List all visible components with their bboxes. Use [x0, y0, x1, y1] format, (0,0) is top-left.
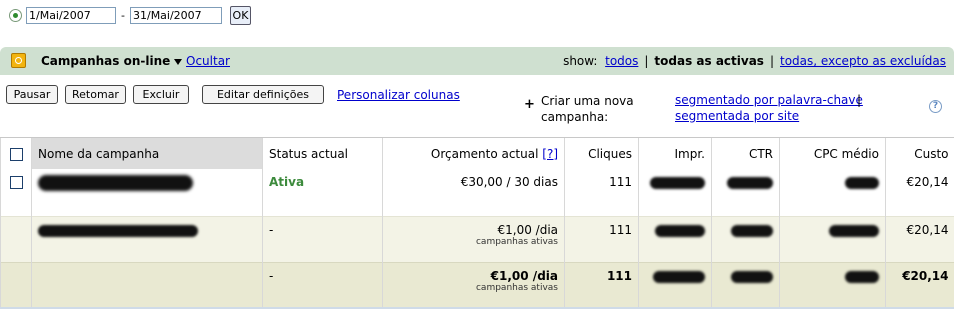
column-header-ctr[interactable]: CTR: [712, 138, 780, 170]
row-select-cell: [1, 169, 32, 217]
triangle-down-icon: [174, 59, 182, 65]
plus-icon: +: [524, 97, 535, 112]
cost-cell: €20,14: [886, 217, 954, 263]
table-row: Ativa €30,00 / 30 dias 111 €20,14: [1, 169, 954, 217]
clicks-cell: 111: [565, 263, 639, 309]
ctr-cell: [712, 263, 780, 309]
impr-cell: [639, 169, 712, 217]
impr-cell: [639, 263, 712, 309]
column-header-budget[interactable]: Orçamento actual [?]: [383, 138, 565, 170]
budget-cell[interactable]: €30,00 / 30 dias: [383, 169, 565, 217]
impr-cell: [639, 217, 712, 263]
column-header-clicks[interactable]: Cliques: [565, 138, 639, 170]
resume-button[interactable]: Retomar: [65, 85, 126, 104]
show-except-deleted-link[interactable]: todas, excepto as excluídas: [780, 54, 946, 68]
pause-button[interactable]: Pausar: [6, 85, 58, 104]
cpc-cell: [780, 169, 886, 217]
link-separator: |: [857, 93, 861, 107]
budget-cell: €1,00 /dia campanhas ativas: [383, 263, 565, 309]
date-separator: -: [121, 9, 125, 22]
redacted-ctr: [727, 177, 773, 189]
budget-header-label: Orçamento actual: [431, 147, 539, 161]
select-all-checkbox[interactable]: [10, 148, 23, 161]
budget-subtext: campanhas ativas: [389, 237, 558, 247]
delete-button[interactable]: Excluir: [133, 85, 189, 104]
cost-cell: €20,14: [886, 169, 954, 217]
cpc-cell: [780, 217, 886, 263]
show-label: show:: [563, 54, 597, 68]
budget-value: €1,00 /dia: [389, 223, 558, 237]
row-checkbox[interactable]: [10, 176, 23, 189]
budget-value: €1,00 /dia: [389, 269, 558, 283]
budget-help-link[interactable]: [?]: [542, 147, 558, 161]
create-campaign-label: Criar uma nova campanha:: [541, 93, 661, 125]
column-header-cost[interactable]: Custo: [886, 138, 954, 170]
table-row: - €1,00 /dia campanhas ativas 111 €20,14: [1, 217, 954, 263]
campaign-toolbar: Pausar Retomar Excluir Editar definições…: [0, 75, 954, 137]
budget-value: €30,00 / 30 dias: [461, 175, 558, 189]
create-site-campaign-link[interactable]: segmentada por site: [675, 109, 799, 123]
redacted-impr: [650, 177, 705, 189]
hide-toggle[interactable]: Ocultar: [174, 54, 230, 68]
status-cell: Ativa: [263, 169, 383, 217]
end-date-input[interactable]: [130, 7, 222, 24]
campaign-icon: [11, 53, 26, 68]
date-range-radio[interactable]: [9, 9, 22, 22]
table-header-row: Nome da campanha Status actual Orçamento…: [1, 138, 954, 170]
hide-link[interactable]: Ocultar: [186, 54, 230, 68]
show-filter: show: todos|todas as activas|todas, exce…: [563, 54, 946, 68]
budget-cell: €1,00 /dia campanhas ativas: [383, 217, 565, 263]
date-range-row: - OK: [9, 5, 251, 25]
redacted-campaign-name: [38, 175, 193, 191]
column-header-status[interactable]: Status actual: [263, 138, 383, 170]
clicks-cell: 111: [565, 217, 639, 263]
redacted-cpc: [829, 225, 879, 237]
column-header-name[interactable]: Nome da campanha: [32, 138, 263, 170]
campaigns-header: Campanhas on-line Ocultar show: todos|to…: [0, 47, 954, 75]
total-label-cell: [32, 217, 263, 263]
budget-subtext: campanhas ativas: [389, 283, 558, 293]
campaigns-title: Campanhas on-line: [41, 54, 170, 68]
redacted-impr: [653, 271, 705, 283]
redacted-impr: [655, 225, 705, 237]
status-cell: -: [263, 263, 383, 309]
redacted-cpc: [845, 177, 879, 189]
redacted-total-label: [38, 225, 198, 237]
start-date-input[interactable]: [26, 7, 116, 24]
campaign-name-cell[interactable]: [32, 169, 263, 217]
ctr-cell: [712, 217, 780, 263]
campaigns-table: Nome da campanha Status actual Orçamento…: [0, 137, 954, 309]
cost-cell: €20,14: [886, 263, 954, 309]
column-header-cpc[interactable]: CPC médio: [780, 138, 886, 170]
table-row: - €1,00 /dia campanhas ativas 111 €20,14: [1, 263, 954, 309]
redacted-ctr: [731, 225, 773, 237]
customize-columns-link[interactable]: Personalizar colunas: [337, 88, 460, 102]
column-header-impr[interactable]: Impr.: [639, 138, 712, 170]
redacted-ctr: [731, 271, 773, 283]
show-all-link[interactable]: todos: [605, 54, 638, 68]
ok-button[interactable]: OK: [230, 6, 251, 25]
status-active-text: Ativa: [269, 175, 304, 189]
select-all-cell: [1, 138, 32, 170]
row-empty-cell: [1, 263, 32, 309]
row-empty-cell: [32, 263, 263, 309]
create-keyword-campaign-link[interactable]: segmentado por palavra-chave: [675, 93, 863, 107]
status-cell: -: [263, 217, 383, 263]
edit-settings-button[interactable]: Editar definições: [202, 85, 324, 104]
help-icon[interactable]: ?: [929, 100, 942, 113]
row-empty-cell: [1, 217, 32, 263]
redacted-cpc: [845, 271, 879, 283]
clicks-cell: 111: [565, 169, 639, 217]
show-active-current: todas as activas: [654, 54, 764, 68]
cpc-cell: [780, 263, 886, 309]
ctr-cell: [712, 169, 780, 217]
